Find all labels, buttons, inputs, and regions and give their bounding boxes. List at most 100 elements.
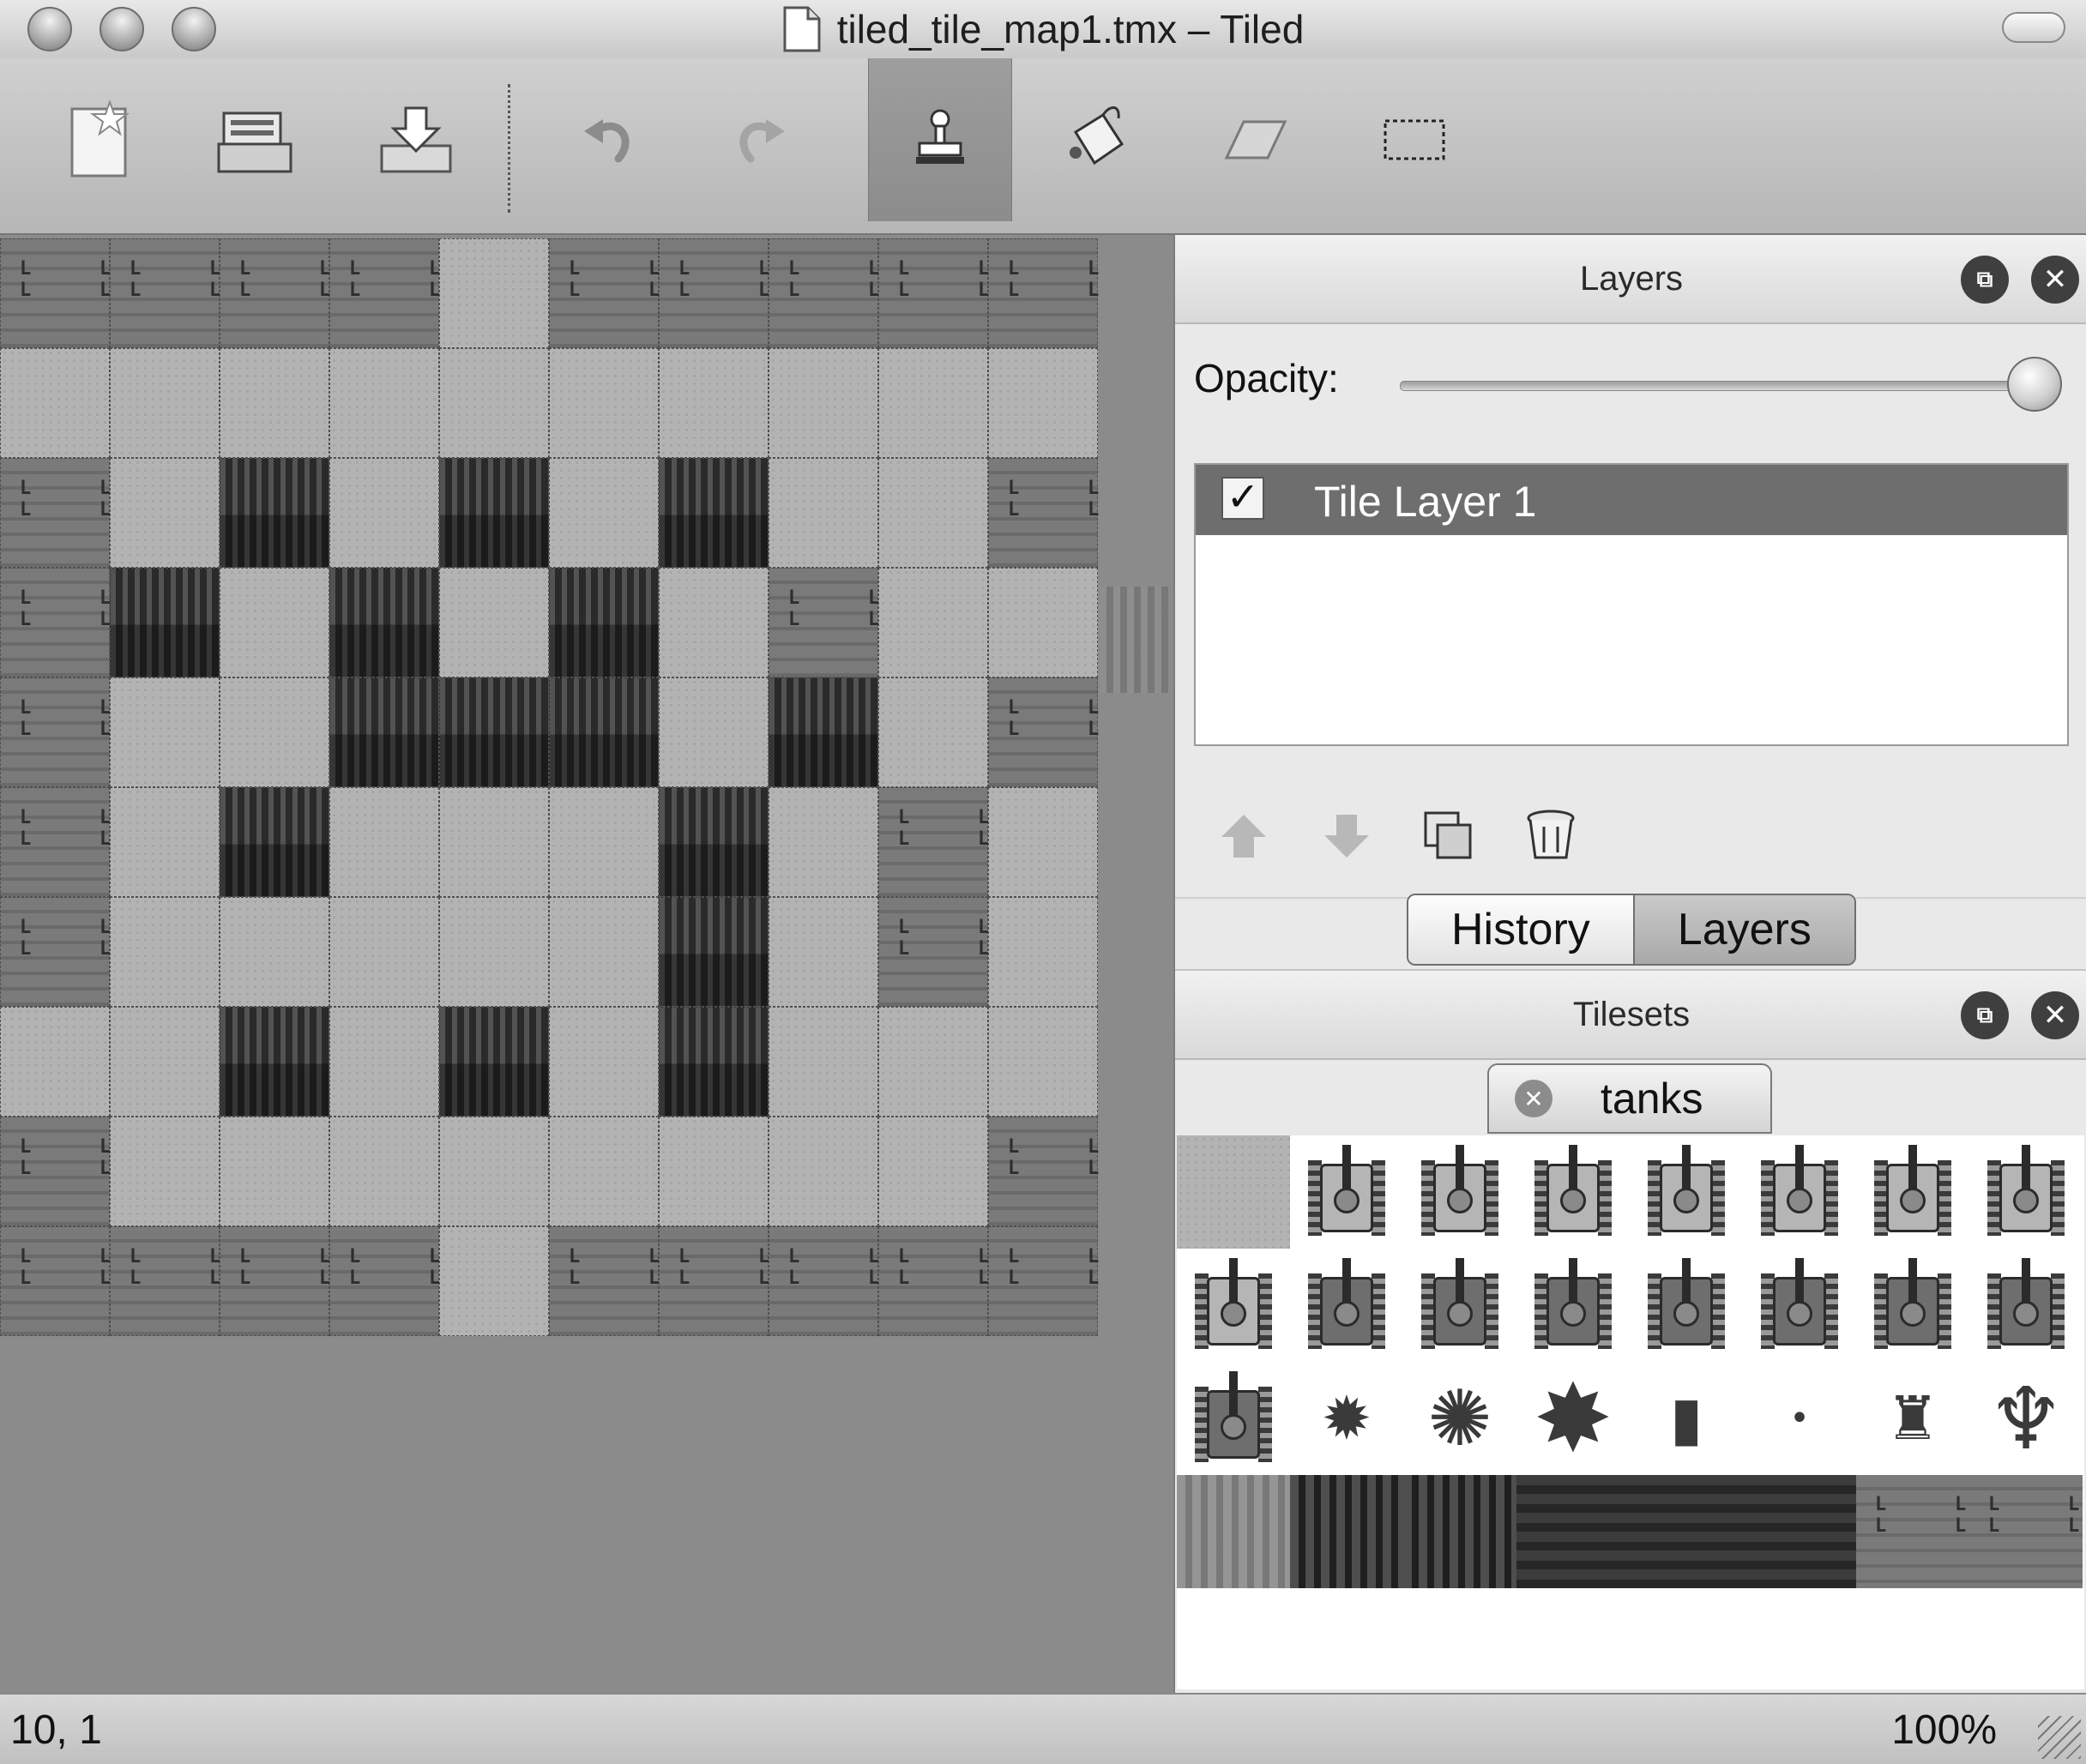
map-tile-brick-wall[interactable] bbox=[549, 1226, 668, 1336]
map-tile-ground[interactable] bbox=[769, 787, 878, 897]
map-tile-brick-wall[interactable] bbox=[0, 897, 119, 1007]
open-file-button[interactable] bbox=[190, 58, 319, 221]
tileset-tile-tank[interactable] bbox=[1290, 1249, 1403, 1362]
tileset-tab-tanks[interactable]: ✕ tanks bbox=[1487, 1063, 1772, 1134]
tileset-tile-wall[interactable] bbox=[1969, 1475, 2084, 1588]
map-tile-ground[interactable] bbox=[110, 677, 220, 787]
tileset-tile-tank[interactable] bbox=[1969, 1249, 2083, 1362]
eraser-button[interactable] bbox=[1189, 58, 1317, 221]
map-tile-ground[interactable] bbox=[659, 568, 769, 677]
map-tile-brick-wall[interactable] bbox=[988, 1117, 1107, 1226]
map-tile-steel-wall[interactable] bbox=[659, 1007, 769, 1117]
map-tile-steel-wall[interactable] bbox=[220, 787, 329, 897]
map-tile-ground[interactable] bbox=[329, 1007, 439, 1117]
stamp-brush-button[interactable] bbox=[868, 58, 1012, 221]
duplicate-layer-button[interactable] bbox=[1414, 801, 1482, 870]
opacity-slider-thumb[interactable] bbox=[2007, 357, 2062, 412]
map-tile-brick-wall[interactable] bbox=[0, 458, 119, 568]
tileset-tile-explosion-large[interactable]: ✸ bbox=[1516, 1362, 1630, 1475]
tileset-tile-tank[interactable] bbox=[1403, 1249, 1516, 1362]
map-tile-brick-wall[interactable] bbox=[220, 1226, 339, 1336]
map-tile-steel-wall[interactable] bbox=[549, 568, 659, 677]
tileset-tile-tank[interactable] bbox=[1630, 1135, 1743, 1249]
map-tile-ground[interactable] bbox=[659, 348, 769, 458]
tileset-tile-tank[interactable] bbox=[1969, 1135, 2083, 1249]
tileset-tile-tank[interactable] bbox=[1516, 1135, 1630, 1249]
map-tile-ground[interactable] bbox=[549, 348, 659, 458]
map-tile-steel-wall[interactable] bbox=[439, 677, 549, 787]
float-dock-button[interactable]: ⧉ bbox=[1961, 256, 2009, 304]
map-tile-ground[interactable] bbox=[769, 897, 878, 1007]
map-tile-brick-wall[interactable] bbox=[769, 1226, 888, 1336]
map-tile-brick-wall[interactable] bbox=[769, 568, 888, 677]
map-tile-steel-wall[interactable] bbox=[549, 677, 659, 787]
undo-button[interactable] bbox=[546, 58, 674, 221]
map-tile-brick-wall[interactable] bbox=[988, 1226, 1107, 1336]
map-tile-ground[interactable] bbox=[549, 1007, 659, 1117]
map-tile-brick-wall[interactable] bbox=[988, 458, 1107, 568]
tileset-tile-explosion-medium[interactable]: ✺ bbox=[1403, 1362, 1516, 1475]
map-tile-brick-wall[interactable] bbox=[329, 1226, 449, 1336]
map-tile-ground[interactable] bbox=[878, 1117, 988, 1226]
map-tile-ground[interactable] bbox=[220, 897, 329, 1007]
map-tile-steel-wall[interactable] bbox=[329, 677, 439, 787]
map-tile-ground[interactable] bbox=[439, 1117, 549, 1226]
tileset-tile-dot[interactable]: • bbox=[1743, 1362, 1856, 1475]
bucket-fill-button[interactable] bbox=[1033, 58, 1161, 221]
tileset-tile-tank[interactable] bbox=[1743, 1135, 1856, 1249]
map-tile-ground[interactable] bbox=[988, 787, 1098, 897]
move-layer-up-button[interactable] bbox=[1209, 801, 1278, 870]
map-tile-ground[interactable] bbox=[988, 897, 1098, 1007]
map-tile-ground[interactable] bbox=[220, 348, 329, 458]
tileset-tile-tank[interactable] bbox=[1856, 1135, 1969, 1249]
tab-history[interactable]: History bbox=[1408, 895, 1633, 964]
map-tile-steel-wall[interactable] bbox=[659, 458, 769, 568]
map-tile-brick-wall[interactable] bbox=[0, 568, 119, 677]
tileset-tile-tank[interactable] bbox=[1856, 1249, 1969, 1362]
map-tile-ground[interactable] bbox=[659, 1117, 769, 1226]
map-tile-ground[interactable] bbox=[110, 348, 220, 458]
map-tile-ground[interactable] bbox=[878, 348, 988, 458]
tileset-tile-tank[interactable] bbox=[1743, 1249, 1856, 1362]
float-tilesets-button[interactable]: ⧉ bbox=[1961, 991, 2009, 1039]
map-tile-brick-wall[interactable] bbox=[110, 1226, 229, 1336]
map-tile-ground[interactable] bbox=[329, 348, 439, 458]
new-map-button[interactable] bbox=[34, 58, 163, 221]
map-tile-steel-wall[interactable] bbox=[769, 677, 878, 787]
map-tile-steel-wall[interactable] bbox=[220, 1007, 329, 1117]
redo-button[interactable] bbox=[695, 58, 823, 221]
tileset-view[interactable]: ✹ ✺ ✸ ▮ • ♜ ♆ bbox=[1177, 1135, 2084, 1689]
tileset-tile-wall[interactable] bbox=[1743, 1475, 1856, 1588]
map-tile-ground[interactable] bbox=[110, 458, 220, 568]
close-tileset-icon[interactable]: ✕ bbox=[1515, 1080, 1552, 1117]
layer-row[interactable]: ✓ Tile Layer 1 bbox=[1196, 465, 2067, 535]
map-tile-brick-wall[interactable] bbox=[0, 677, 119, 787]
save-button[interactable] bbox=[352, 58, 480, 221]
tileset-tile-tank[interactable] bbox=[1177, 1362, 1290, 1475]
map-tile-ground[interactable] bbox=[769, 1117, 878, 1226]
map-tile-ground[interactable] bbox=[659, 677, 769, 787]
map-tile-brick-wall[interactable] bbox=[878, 897, 998, 1007]
map-tile-steel-wall[interactable] bbox=[439, 458, 549, 568]
close-dock-button[interactable]: ✕ bbox=[2031, 256, 2079, 304]
map-tile-brick-wall[interactable] bbox=[878, 787, 998, 897]
map-tile-steel-wall[interactable] bbox=[329, 568, 439, 677]
map-canvas[interactable] bbox=[0, 235, 1173, 1693]
map-tile-ground[interactable] bbox=[878, 1007, 988, 1117]
map-tile-brick-wall[interactable] bbox=[0, 1226, 119, 1336]
opacity-slider-track[interactable] bbox=[1400, 381, 2036, 391]
map-tile-ground[interactable] bbox=[439, 348, 549, 458]
tileset-tile-wall[interactable] bbox=[1290, 1475, 1403, 1588]
map-tile-ground[interactable] bbox=[439, 1226, 549, 1336]
map-tile-brick-wall[interactable] bbox=[878, 1226, 998, 1336]
map-tile-ground[interactable] bbox=[329, 897, 439, 1007]
move-layer-down-button[interactable] bbox=[1312, 801, 1381, 870]
map-tile-ground[interactable] bbox=[769, 348, 878, 458]
map-tile-ground[interactable] bbox=[878, 568, 988, 677]
map-tile-brick-wall[interactable] bbox=[220, 238, 339, 348]
map-tile-ground[interactable] bbox=[0, 1007, 110, 1117]
map-tile-ground[interactable] bbox=[329, 458, 439, 568]
map-tile-brick-wall[interactable] bbox=[878, 238, 998, 348]
map-tile-brick-wall[interactable] bbox=[659, 238, 778, 348]
map-tile-ground[interactable] bbox=[439, 238, 549, 348]
